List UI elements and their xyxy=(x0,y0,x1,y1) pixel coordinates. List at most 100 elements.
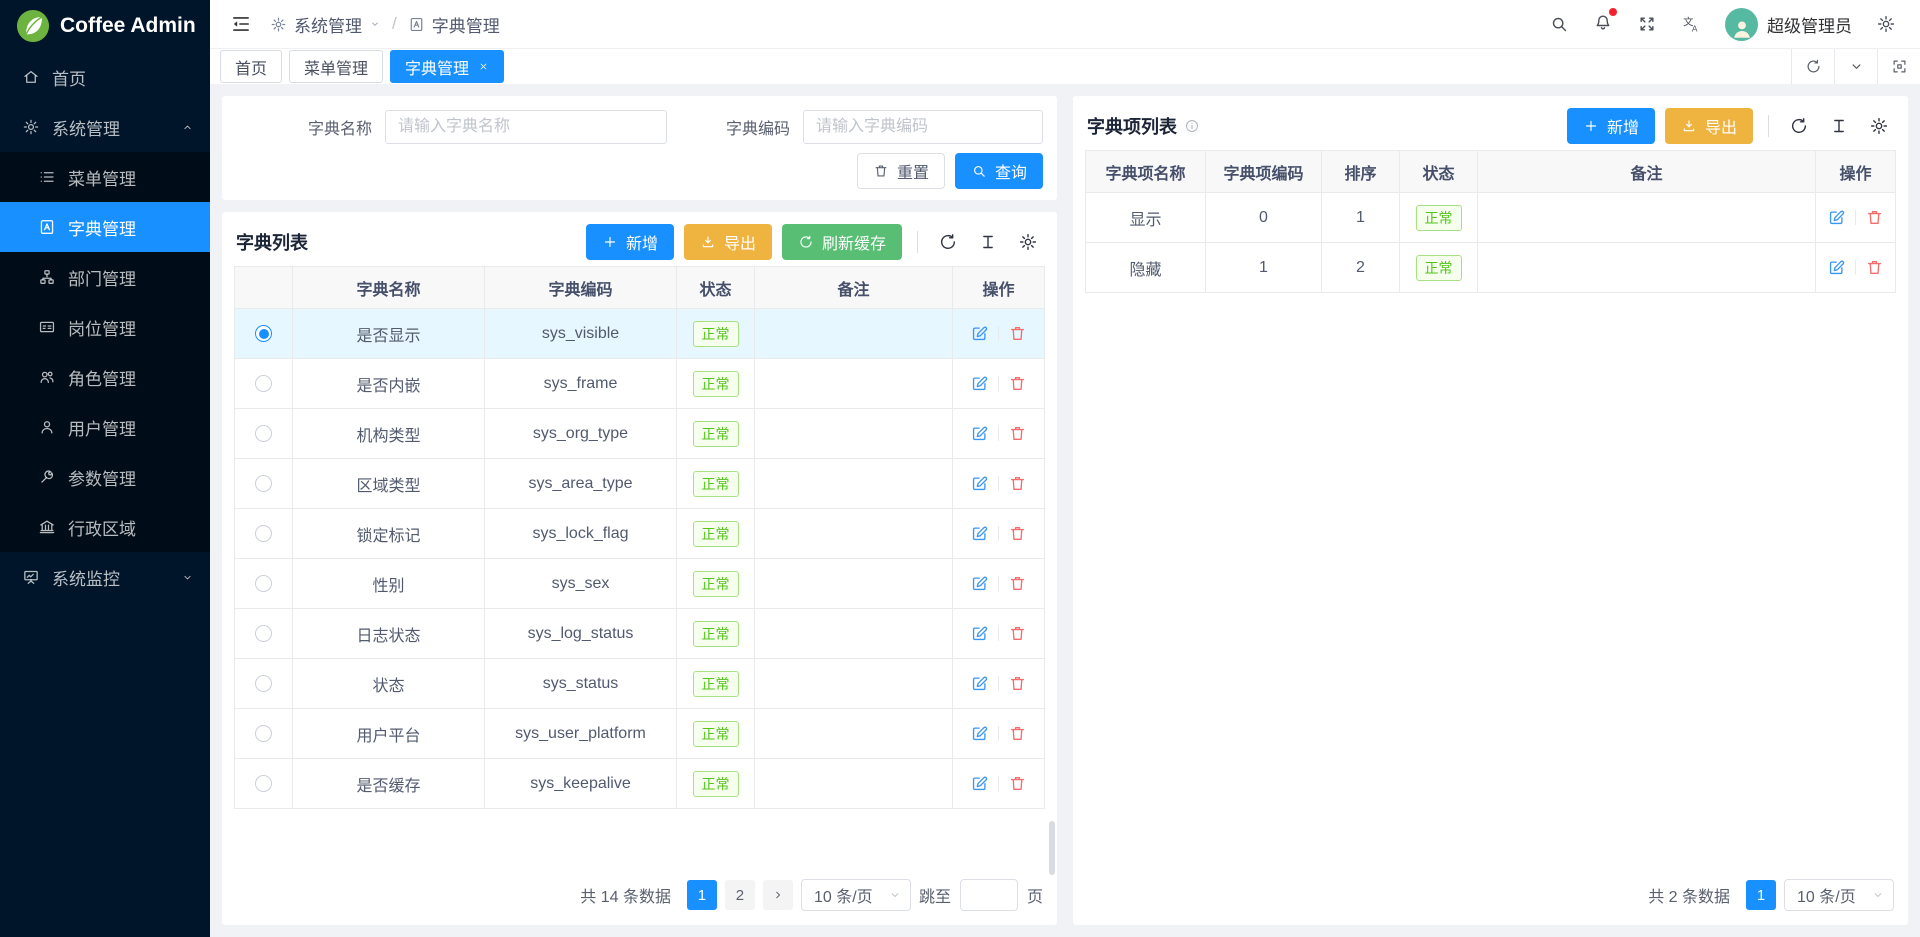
translate-icon[interactable] xyxy=(1681,14,1701,34)
table-row[interactable]: 锁定标记 sys_lock_flag 正常 xyxy=(235,509,1045,559)
table-row[interactable]: 隐藏 1 2 正常 xyxy=(1086,243,1896,293)
edit-icon[interactable] xyxy=(970,774,989,793)
sidebar-item-param-mgmt[interactable]: 参数管理 xyxy=(0,452,210,502)
sidebar-item-home[interactable]: 首页 xyxy=(0,52,210,102)
collapse-sidebar-icon[interactable] xyxy=(230,13,252,35)
delete-icon[interactable] xyxy=(1008,424,1027,443)
sidebar-item-dept-mgmt[interactable]: 部门管理 xyxy=(0,252,210,302)
refresh-page-button[interactable] xyxy=(1791,49,1834,84)
row-radio[interactable] xyxy=(255,475,272,492)
add-button[interactable]: 新增 xyxy=(586,224,674,260)
row-radio[interactable] xyxy=(255,525,272,542)
page-size-select[interactable]: 10 条/页 xyxy=(801,879,911,911)
sidebar-item-role-mgmt[interactable]: 角色管理 xyxy=(0,352,210,402)
delete-icon[interactable] xyxy=(1865,208,1884,227)
search-icon[interactable] xyxy=(1549,14,1569,34)
info-icon[interactable] xyxy=(1184,118,1200,134)
delete-icon[interactable] xyxy=(1008,524,1027,543)
export-items-button[interactable]: 导出 xyxy=(1665,108,1753,144)
row-radio[interactable] xyxy=(255,675,272,692)
edit-icon[interactable] xyxy=(1827,258,1846,277)
table-row[interactable]: 状态 sys_status 正常 xyxy=(235,659,1045,709)
row-radio[interactable] xyxy=(255,375,272,392)
sidebar: Coffee Admin 首页 系统管理 菜单管理 字典管理 部门管理 xyxy=(0,0,210,937)
sidebar-item-menu-mgmt[interactable]: 菜单管理 xyxy=(0,152,210,202)
sidebar-item-user-mgmt[interactable]: 用户管理 xyxy=(0,402,210,452)
table-row[interactable]: 机构类型 sys_org_type 正常 xyxy=(235,409,1045,459)
refresh-table-icon[interactable] xyxy=(938,232,958,252)
table-row[interactable]: 是否缓存 sys_keepalive 正常 xyxy=(235,759,1045,809)
query-button[interactable]: 查询 xyxy=(955,153,1043,189)
user-menu[interactable]: 超级管理员 xyxy=(1725,8,1852,41)
sidebar-item-post-mgmt[interactable]: 岗位管理 xyxy=(0,302,210,352)
menu-label: 系统管理 xyxy=(52,115,120,140)
edit-icon[interactable] xyxy=(970,724,989,743)
row-radio[interactable] xyxy=(255,725,272,742)
sidebar-group-monitor[interactable]: 系统监控 xyxy=(0,552,210,602)
column-height-icon[interactable] xyxy=(1829,116,1849,136)
page-button-2[interactable]: 2 xyxy=(725,880,755,910)
dict-name-input[interactable] xyxy=(385,110,667,144)
sidebar-group-system[interactable]: 系统管理 xyxy=(0,102,210,152)
row-radio[interactable] xyxy=(255,425,272,442)
scrollbar-thumb[interactable] xyxy=(1049,821,1055,875)
sidebar-item-dict-mgmt[interactable]: 字典管理 xyxy=(0,202,210,252)
close-icon[interactable] xyxy=(478,61,489,72)
row-radio[interactable] xyxy=(255,575,272,592)
edit-icon[interactable] xyxy=(970,324,989,343)
table-row[interactable]: 是否显示 sys_visible 正常 xyxy=(235,309,1045,359)
settings-gear-icon[interactable] xyxy=(1876,14,1896,34)
notifications-button[interactable] xyxy=(1593,12,1613,37)
tab-home[interactable]: 首页 xyxy=(220,50,282,83)
content-fullscreen-button[interactable] xyxy=(1877,49,1920,84)
delete-icon[interactable] xyxy=(1008,674,1027,693)
tab-dict-mgmt[interactable]: 字典管理 xyxy=(390,50,504,83)
edit-icon[interactable] xyxy=(970,574,989,593)
page-button-1[interactable]: 1 xyxy=(687,880,717,910)
delete-icon[interactable] xyxy=(1008,374,1027,393)
edit-icon[interactable] xyxy=(970,524,989,543)
reset-button[interactable]: 重置 xyxy=(857,153,945,189)
page-button-1[interactable]: 1 xyxy=(1746,880,1776,910)
table-settings-icon[interactable] xyxy=(1869,116,1889,136)
table-row[interactable]: 用户平台 sys_user_platform 正常 xyxy=(235,709,1045,759)
delete-icon[interactable] xyxy=(1008,624,1027,643)
tab-actions-dropdown[interactable] xyxy=(1834,49,1877,84)
table-settings-icon[interactable] xyxy=(1018,232,1038,252)
table-row[interactable]: 显示 0 1 正常 xyxy=(1086,193,1896,243)
breadcrumb-system[interactable]: 系统管理 xyxy=(270,12,381,37)
delete-icon[interactable] xyxy=(1008,574,1027,593)
refresh-table-icon[interactable] xyxy=(1789,116,1809,136)
tab-label: 首页 xyxy=(235,55,267,79)
delete-icon[interactable] xyxy=(1008,324,1027,343)
status-badge: 正常 xyxy=(1416,255,1462,281)
row-radio[interactable] xyxy=(255,625,272,642)
edit-icon[interactable] xyxy=(970,624,989,643)
jump-page-input[interactable] xyxy=(960,879,1018,911)
table-row[interactable]: 性别 sys_sex 正常 xyxy=(235,559,1045,609)
delete-icon[interactable] xyxy=(1008,724,1027,743)
delete-icon[interactable] xyxy=(1865,258,1884,277)
table-row[interactable]: 区域类型 sys_area_type 正常 xyxy=(235,459,1045,509)
delete-icon[interactable] xyxy=(1008,474,1027,493)
tab-menu-mgmt[interactable]: 菜单管理 xyxy=(289,50,383,83)
row-radio[interactable] xyxy=(255,325,272,342)
table-row[interactable]: 是否内嵌 sys_frame 正常 xyxy=(235,359,1045,409)
edit-icon[interactable] xyxy=(970,474,989,493)
delete-icon[interactable] xyxy=(1008,774,1027,793)
next-page-button[interactable] xyxy=(763,880,793,910)
export-button[interactable]: 导出 xyxy=(684,224,772,260)
edit-icon[interactable] xyxy=(970,374,989,393)
table-row[interactable]: 日志状态 sys_log_status 正常 xyxy=(235,609,1045,659)
row-radio[interactable] xyxy=(255,775,272,792)
refresh-cache-button[interactable]: 刷新缓存 xyxy=(782,224,902,260)
edit-icon[interactable] xyxy=(970,424,989,443)
column-height-icon[interactable] xyxy=(978,232,998,252)
page-size-select[interactable]: 10 条/页 xyxy=(1784,879,1894,911)
add-item-button[interactable]: 新增 xyxy=(1567,108,1655,144)
fullscreen-icon[interactable] xyxy=(1637,14,1657,34)
sidebar-item-admin-region[interactable]: 行政区域 xyxy=(0,502,210,552)
edit-icon[interactable] xyxy=(970,674,989,693)
dict-code-input[interactable] xyxy=(803,110,1043,144)
edit-icon[interactable] xyxy=(1827,208,1846,227)
